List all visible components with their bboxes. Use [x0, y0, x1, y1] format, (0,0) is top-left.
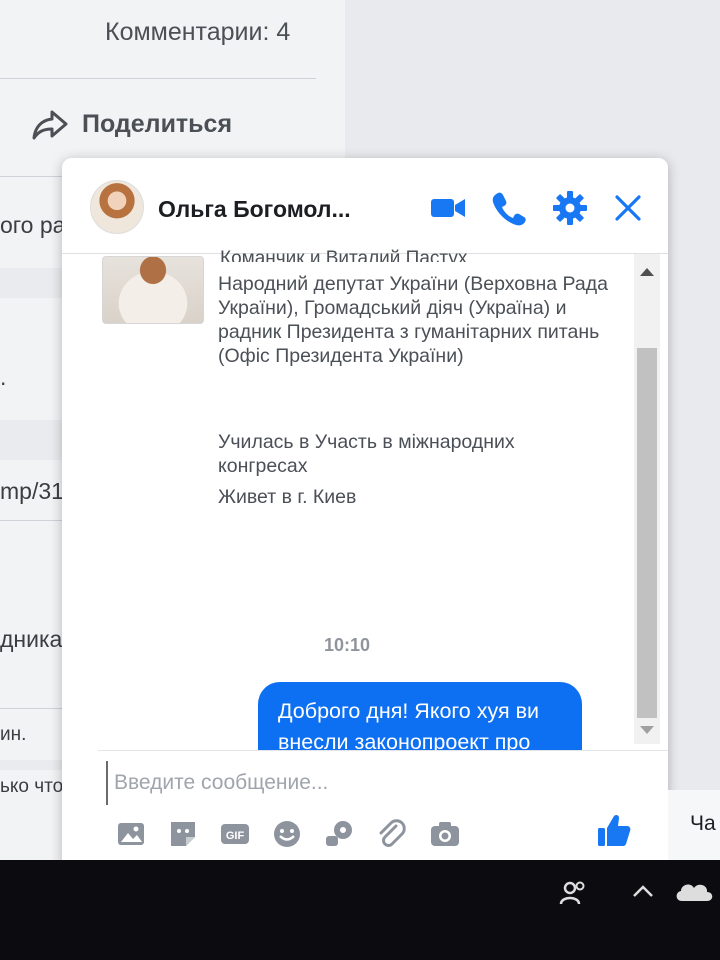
- screen: Комментарии: 4 Поделиться ого ра . mp/31…: [0, 0, 720, 960]
- message-input[interactable]: [106, 761, 606, 805]
- sticker-icon[interactable]: [166, 817, 200, 851]
- game-icon[interactable]: [322, 817, 356, 851]
- contact-name[interactable]: Ольга Богомол...: [158, 196, 351, 223]
- cloud-icon[interactable]: [672, 876, 718, 906]
- message-timestamp: 10:10: [324, 635, 371, 655]
- phone-icon[interactable]: [488, 188, 528, 228]
- svg-text:GIF: GIF: [226, 830, 245, 842]
- feed-link-snippet[interactable]: mp/31: [0, 478, 64, 505]
- scrollbar[interactable]: [634, 254, 660, 744]
- chat-header[interactable]: Ольга Богомол...: [62, 158, 668, 254]
- feed-snippet: ин.: [0, 724, 27, 745]
- profile-photo[interactable]: [102, 256, 204, 324]
- bio-location: Живет в г. Киев: [218, 486, 357, 508]
- gif-icon[interactable]: GIF: [218, 817, 252, 851]
- emoji-icon[interactable]: [270, 817, 304, 851]
- feed-snippet: ого ра: [0, 212, 66, 238]
- scroll-down-icon[interactable]: [640, 726, 654, 734]
- message-list[interactable]: Команчик и Виталий Пастух Народний депут…: [62, 248, 668, 830]
- close-icon[interactable]: [608, 188, 648, 228]
- people-icon[interactable]: [556, 876, 590, 910]
- chevron-up-icon[interactable]: [628, 876, 658, 906]
- feed-snippet: ько что: [0, 776, 64, 797]
- like-icon[interactable]: [594, 811, 634, 851]
- bio-education: Училась в Участь в міжнародних конгресах: [218, 431, 515, 477]
- feed-divider: [0, 78, 316, 79]
- scroll-up-icon[interactable]: [640, 268, 654, 276]
- camera-icon[interactable]: [428, 817, 462, 851]
- avatar[interactable]: [90, 180, 144, 234]
- chat-sidebar-label[interactable]: Ча: [690, 812, 716, 836]
- share-label: Поделиться: [82, 109, 233, 138]
- video-camera-icon[interactable]: [428, 188, 468, 228]
- messenger-chat-window: Ольга Богомол... Команчик и Виталий Паст…: [62, 158, 668, 868]
- feed-snippet: дника: [0, 626, 63, 652]
- message-composer: GIF: [98, 750, 668, 868]
- attachment-icon[interactable]: [374, 817, 408, 851]
- feed-snippet: .: [0, 364, 7, 390]
- scrollbar-thumb[interactable]: [637, 348, 657, 718]
- image-icon[interactable]: [114, 817, 148, 851]
- bio-position: Народний депутат України (Верховна Рада …: [218, 273, 608, 367]
- gear-icon[interactable]: [550, 188, 590, 228]
- comments-count[interactable]: Комментарии: 4: [105, 18, 290, 47]
- share-button[interactable]: Поделиться: [30, 104, 232, 144]
- partial-text-line: Команчик и Виталий Пастух: [220, 248, 468, 262]
- share-icon: [32, 110, 68, 140]
- taskbar: [0, 860, 720, 960]
